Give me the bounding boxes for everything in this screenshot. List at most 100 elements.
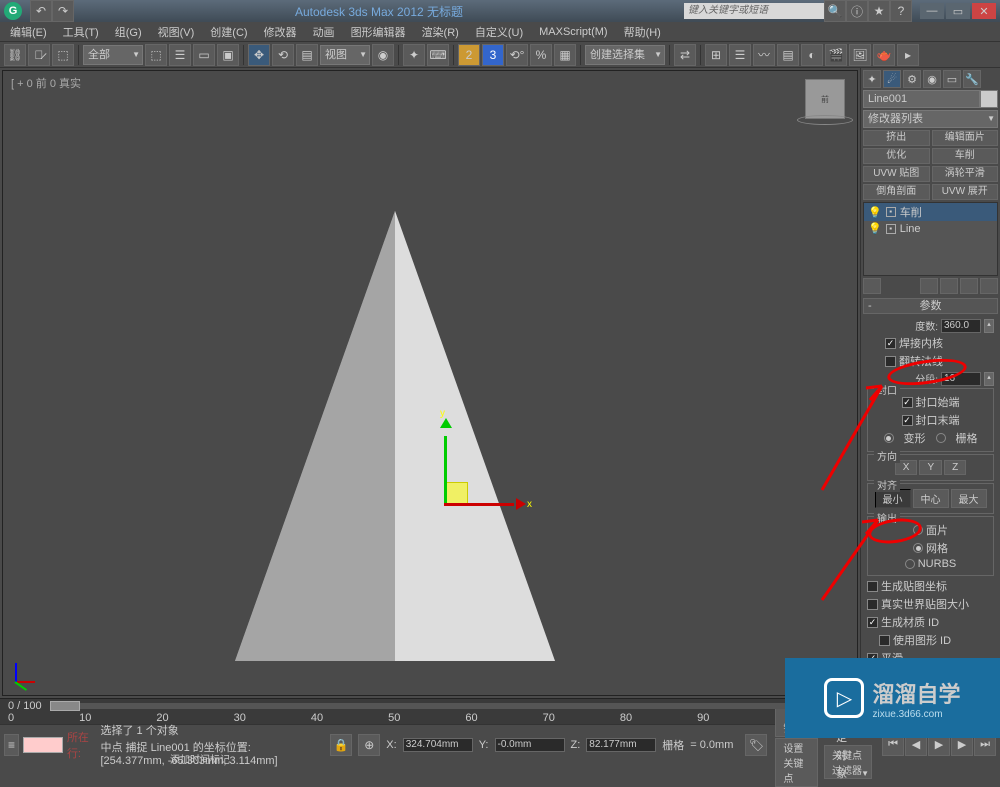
pivot-button[interactable]: ◉ [372,44,394,66]
material-editor-button[interactable]: ◐ [801,44,823,66]
real-world-checkbox[interactable] [867,599,878,610]
help-dropdown[interactable]: ? [890,0,912,22]
object-color-swatch[interactable] [980,90,998,108]
output-patch-radio[interactable] [913,525,923,535]
mirror-button[interactable]: ⇄ [674,44,696,66]
help-icon[interactable]: 🔍 [824,0,846,22]
utilities-tab[interactable]: 🔧 [963,70,981,88]
named-selset-dropdown[interactable]: 创建选择集 [585,45,665,65]
coord-z-input[interactable]: 82.177mm [586,738,656,752]
gen-mat-checkbox[interactable]: ✓ [867,617,878,628]
show-result-button[interactable] [920,278,938,294]
modbtn-车削[interactable]: 车削 [932,148,999,164]
script-listener-button[interactable]: ≡ [4,734,19,756]
hierarchy-tab[interactable]: ⚙ [903,70,921,88]
star-icon[interactable]: ★ [868,0,890,22]
angle-snap-button[interactable]: ⟲° [506,44,528,66]
help-search-input[interactable]: 键入关键字或短语 [684,3,824,19]
cap-end-checkbox[interactable]: ✓ [902,415,913,426]
output-mesh-radio[interactable] [913,543,923,553]
remove-mod-button[interactable] [960,278,978,294]
curve-editor-button[interactable]: 〰 [753,44,775,66]
menu-组(G)[interactable]: 组(G) [109,22,148,42]
scale-button[interactable]: ▤ [296,44,318,66]
spinner-snap-button[interactable]: ▦ [554,44,576,66]
bind-button[interactable]: ⬚ [52,44,74,66]
restore-button[interactable]: ▭ [946,3,970,19]
modifier-list-dropdown[interactable]: 修改器列表 [863,110,998,128]
layer-button[interactable]: ☰ [729,44,751,66]
close-button[interactable]: ✕ [972,3,996,19]
stack-item[interactable]: 💡▪车削 [864,203,997,221]
info-icon[interactable]: ⓘ [846,0,868,22]
viewcube-ring[interactable] [797,115,853,125]
setkey-button[interactable]: 设置关键点 [775,738,818,787]
align-button[interactable]: ⊞ [705,44,727,66]
menu-工具(T)[interactable]: 工具(T) [57,22,105,42]
move-gizmo[interactable]: y x [438,426,518,506]
time-slider-handle[interactable] [50,701,80,711]
menu-修改器[interactable]: 修改器 [258,22,303,42]
unlink-button[interactable]: ⛓̷ [28,44,50,66]
create-tab[interactable]: ✦ [863,70,881,88]
time-tag-button[interactable]: 🏷 [745,734,767,756]
redo-button[interactable]: ↷ [52,0,74,22]
modbtn-编辑面片[interactable]: 编辑面片 [932,130,999,146]
make-unique-button[interactable] [940,278,958,294]
undo-button[interactable]: ↶ [30,0,52,22]
render-frame-button[interactable]: 🖼 [849,44,871,66]
configure-sets-button[interactable] [980,278,998,294]
select-name-button[interactable]: ☰ [169,44,191,66]
use-shape-checkbox[interactable] [879,635,890,646]
modbtn-UVW 贴图[interactable]: UVW 贴图 [863,166,930,182]
degrees-spin-up[interactable]: ▴ [984,319,994,333]
display-tab[interactable]: ▭ [943,70,961,88]
select-button[interactable]: ⬚ [145,44,167,66]
menu-MAXScript(M)[interactable]: MAXScript(M) [533,24,613,40]
gen-map-checkbox[interactable] [867,581,878,592]
modbtn-UVW 展开[interactable]: UVW 展开 [932,184,999,200]
viewport-front[interactable]: [ + 0 前 0 真实 前 y x [2,70,858,696]
selection-filter-dropdown[interactable]: 全部 [83,45,143,65]
menu-动画[interactable]: 动画 [307,22,341,42]
modify-tab[interactable]: ☄ [883,70,901,88]
align-max-button[interactable]: 最大 [951,489,987,508]
gizmo-y-axis[interactable] [444,436,447,506]
percent-snap-button[interactable]: % [530,44,552,66]
menu-帮助(H)[interactable]: 帮助(H) [618,22,667,42]
link-button[interactable]: ⛓ [4,44,26,66]
absolute-mode-button[interactable]: ⊕ [358,734,380,756]
dir-y-button[interactable]: Y [919,460,942,475]
modbtn-优化[interactable]: 优化 [863,148,930,164]
menu-图形编辑器[interactable]: 图形编辑器 [345,22,412,42]
dir-z-button[interactable]: Z [944,460,966,475]
rect-select-button[interactable]: ▭ [193,44,215,66]
modbtn-涡轮平滑[interactable]: 涡轮平滑 [932,166,999,182]
flip-normals-checkbox[interactable] [885,356,896,367]
schematic-button[interactable]: ▤ [777,44,799,66]
segments-spin-up[interactable]: ▴ [984,372,994,386]
gizmo-x-axis[interactable] [444,503,514,506]
cap-start-checkbox[interactable]: ✓ [902,397,913,408]
grid-radio[interactable] [936,433,946,443]
weld-core-checkbox[interactable]: ✓ [885,338,896,349]
modbtn-倒角剖面[interactable]: 倒角剖面 [863,184,930,200]
object-name-input[interactable]: Line001 [863,90,980,108]
addtime-label[interactable]: 添加时间标记 [170,751,230,766]
snap3d-button[interactable]: 3 [482,44,504,66]
motion-tab[interactable]: ◉ [923,70,941,88]
output-nurbs-radio[interactable] [905,559,915,569]
quick-render-button[interactable]: ▸ [897,44,919,66]
degrees-spinner[interactable]: 360.0 [941,319,981,333]
viewcube[interactable]: 前 [805,79,845,119]
modbtn-挤出[interactable]: 挤出 [863,130,930,146]
modifier-stack[interactable]: 💡▪车削💡▪Line [863,202,998,276]
pin-stack-button[interactable] [863,278,881,294]
manip-button[interactable]: ✦ [403,44,425,66]
snap2d-button[interactable]: 2 [458,44,480,66]
menu-创建(C)[interactable]: 创建(C) [204,22,253,42]
menu-编辑(E)[interactable]: 编辑(E) [4,22,53,42]
window-crossing-button[interactable]: ▣ [217,44,239,66]
render-setup-button[interactable]: 🎬 [825,44,847,66]
keymode-button[interactable]: ⌨ [427,44,449,66]
